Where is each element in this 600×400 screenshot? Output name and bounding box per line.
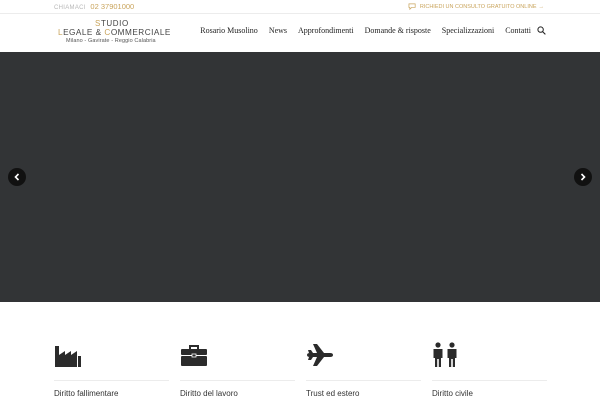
main-navigation: Rosario Musolino News Approfondimenti Do… xyxy=(200,26,546,35)
logo-line-studio: STUDIO xyxy=(95,19,129,28)
logo-line-locations: Milano - Gavirate - Reggio Calabria xyxy=(66,38,156,44)
phone-label: CHIAMACI xyxy=(54,5,86,11)
chevron-right-icon xyxy=(580,173,586,181)
site-header: STUDIO LEGALE & COMMERCIALE Milano - Gav… xyxy=(0,14,600,52)
airplane-icon xyxy=(307,344,333,366)
services-section: Diritto fallimentare Diritto del lavoro … xyxy=(0,302,600,400)
logo-line-name: LEGALE & COMMERCIALE xyxy=(58,28,171,37)
nav-item-rosario-musolino[interactable]: Rosario Musolino xyxy=(200,26,258,35)
top-bar: CHIAMACI 02 37901000 RICHIEDI UN CONSULT… xyxy=(0,0,600,14)
service-diritto-del-lavoro[interactable]: Diritto del lavoro xyxy=(180,340,295,400)
nav-item-domande-risposte[interactable]: Domande & risposte xyxy=(365,26,431,35)
service-label: Diritto del lavoro xyxy=(180,389,238,398)
free-consult-link[interactable]: RICHIEDI UN CONSULTO GRATUITO ONLINE → xyxy=(408,2,544,12)
people-icon xyxy=(433,342,457,367)
briefcase-icon xyxy=(181,345,207,366)
search-icon[interactable] xyxy=(537,26,546,35)
phone-contact[interactable]: CHIAMACI 02 37901000 xyxy=(54,2,134,13)
site-logo[interactable]: STUDIO LEGALE & COMMERCIALE Milano - Gav… xyxy=(54,17,174,49)
chat-bubble-icon xyxy=(408,3,416,11)
service-diritto-fallimentare[interactable]: Diritto fallimentare xyxy=(54,340,169,400)
service-label: Diritto civile xyxy=(432,389,473,398)
service-label: Trust ed estero xyxy=(306,389,360,398)
nav-item-approfondimenti[interactable]: Approfondimenti xyxy=(298,26,354,35)
service-divider xyxy=(432,380,547,381)
service-label: Diritto fallimentare xyxy=(54,389,119,398)
nav-item-specializzazioni[interactable]: Specializzazioni xyxy=(442,26,494,35)
free-consult-label: RICHIEDI UN CONSULTO GRATUITO ONLINE xyxy=(419,4,537,10)
chevron-left-icon xyxy=(14,173,20,181)
slider-next-button[interactable] xyxy=(574,168,592,186)
nav-item-news[interactable]: News xyxy=(269,26,287,35)
service-divider xyxy=(54,380,169,381)
hero-slider xyxy=(0,52,600,302)
factory-icon xyxy=(55,346,81,367)
service-divider xyxy=(306,380,421,381)
service-trust-ed-estero[interactable]: Trust ed estero xyxy=(306,340,421,400)
slider-prev-button[interactable] xyxy=(8,168,26,186)
service-diritto-civile[interactable]: Diritto civile xyxy=(432,340,547,400)
phone-number[interactable]: 02 37901000 xyxy=(90,2,134,11)
arrow-right-icon: → xyxy=(538,4,545,10)
nav-item-contatti[interactable]: Contatti xyxy=(505,26,531,35)
service-divider xyxy=(180,380,295,381)
